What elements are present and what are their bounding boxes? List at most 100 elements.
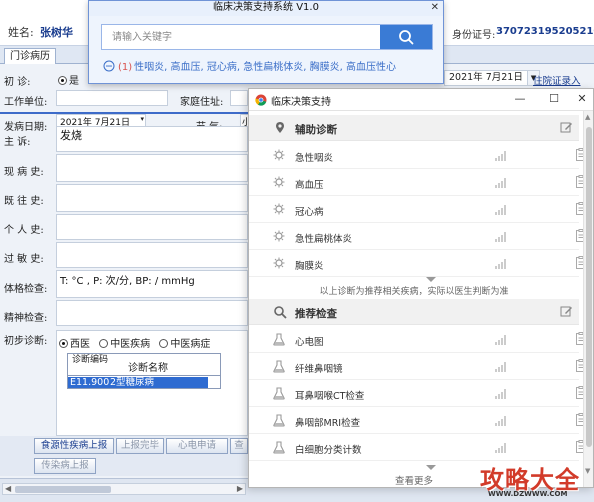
location-pin-icon bbox=[276, 122, 284, 133]
horizontal-scrollbar[interactable]: ◀ ▶ bbox=[2, 483, 246, 495]
residence-entry-link[interactable]: 住院证录入 bbox=[533, 73, 581, 87]
list-item[interactable]: 冠心病 bbox=[249, 196, 586, 223]
radio-tcm-syndrome[interactable]: 中医病症 bbox=[159, 339, 210, 350]
edit-icon[interactable] bbox=[560, 305, 573, 318]
query-button[interactable]: 查 bbox=[230, 438, 248, 454]
signal-strength-icon bbox=[495, 205, 506, 215]
signal-strength-icon bbox=[495, 335, 506, 345]
radio-western-label: 西医 bbox=[70, 339, 90, 350]
radio-tcm-syndrome-label: 中医病症 bbox=[170, 339, 211, 350]
recent-keywords: (1) 性咽炎, 高血压, 冠心病, 急性扁桃体炎, 胸膜炎, 高血压性心 bbox=[103, 60, 439, 76]
col-diagnosis-code: 诊断编码 bbox=[72, 355, 109, 365]
scroll-right-icon[interactable]: ▶ bbox=[237, 484, 243, 493]
list-item[interactable]: 鼻咽部MRI检查 bbox=[249, 407, 586, 434]
ecg-request-button[interactable]: 心电申请 bbox=[166, 438, 228, 454]
work-unit-field[interactable] bbox=[56, 90, 168, 106]
id-number-value: 370723195205210 bbox=[496, 26, 594, 37]
site-watermark: 攻略大全 WWW.DZWWW.COM bbox=[474, 458, 594, 502]
list-item[interactable]: 高血压 bbox=[249, 169, 586, 196]
report-done-button[interactable]: 上报完毕 bbox=[116, 438, 164, 454]
diagnosis-name-cell: 2型糖尿病 bbox=[110, 377, 155, 388]
search-input[interactable] bbox=[102, 25, 380, 49]
virus-icon bbox=[273, 203, 285, 215]
radio-checked-icon bbox=[59, 339, 68, 348]
diagnosis-code-cell: E11.900 bbox=[70, 377, 110, 388]
home-address-label: 家庭住址: bbox=[180, 97, 224, 108]
scrollbar-thumb[interactable] bbox=[586, 127, 592, 447]
first-visit-radio[interactable]: 是 bbox=[58, 72, 79, 87]
microscope-icon bbox=[274, 306, 287, 319]
mental-exam-field[interactable] bbox=[56, 300, 248, 326]
allergy-history-field[interactable] bbox=[56, 242, 248, 268]
recommended-exam-title: 推荐检查 bbox=[295, 308, 337, 320]
cds-browser-window: 临床决策支持 — ☐ ✕ 辅助诊断 急性咽炎 高血压 冠心病 急性扁桃体炎 胸膜炎 以上… bbox=[248, 88, 594, 488]
signal-strength-icon bbox=[495, 259, 506, 269]
flask-icon bbox=[273, 387, 285, 400]
keyword-list[interactable]: 性咽炎, 高血压, 冠心病, 急性扁桃体炎, 胸膜炎, 高血压性心 bbox=[134, 62, 396, 73]
list-item[interactable]: 心电图 bbox=[249, 326, 586, 353]
minimize-icon[interactable]: — bbox=[511, 91, 529, 107]
list-item[interactable]: 纤维鼻咽镜 bbox=[249, 353, 586, 380]
diagnosis-disclaimer: 以上诊断为推荐相关疾病，实际以医生判断为准 bbox=[319, 287, 509, 297]
initial-diagnosis-label: 初步诊断: bbox=[4, 336, 48, 347]
flask-icon bbox=[273, 333, 285, 346]
onset-date-label: 发病日期: bbox=[4, 122, 48, 133]
patient-name-label: 姓名: bbox=[8, 26, 34, 39]
id-number-label: 身份证号: bbox=[452, 30, 496, 41]
chief-complaint-field[interactable]: 发烧 bbox=[56, 126, 248, 152]
first-visit-label: 初 诊: bbox=[4, 77, 31, 88]
flask-icon bbox=[273, 441, 285, 454]
list-item[interactable]: 耳鼻咽喉CT检查 bbox=[249, 380, 586, 407]
list-item[interactable]: 急性扁桃体炎 bbox=[249, 223, 586, 250]
scrollbar-thumb[interactable] bbox=[15, 486, 111, 493]
allergy-history-label: 过 敏 史: bbox=[4, 254, 44, 265]
diagnosis-table-header: 诊断编码 诊断名称 bbox=[68, 354, 220, 376]
past-history-label: 既 往 史: bbox=[4, 196, 44, 207]
tab-clinic-record[interactable]: 门诊病历 bbox=[4, 48, 56, 64]
close-icon[interactable]: ✕ bbox=[431, 1, 439, 15]
personal-history-label: 个 人 史: bbox=[4, 225, 44, 236]
vertical-scrollbar[interactable]: ▲ ▼ bbox=[583, 111, 593, 487]
exam-item-label: 纤维鼻咽镜 bbox=[295, 364, 343, 375]
popup-titlebar: 临床决策支持系统 V1.0 ✕ bbox=[89, 1, 443, 16]
list-item[interactable]: 急性咽炎 bbox=[249, 142, 586, 169]
virus-icon bbox=[273, 230, 285, 242]
edit-icon[interactable] bbox=[560, 121, 573, 134]
virus-icon bbox=[273, 257, 285, 269]
diagnosis-item-label: 急性咽炎 bbox=[295, 153, 334, 164]
search-icon bbox=[399, 30, 414, 45]
foodborne-report-button[interactable]: 食源性疾病上报 bbox=[34, 438, 114, 454]
list-item[interactable]: 胸膜炎 bbox=[249, 250, 586, 277]
personal-history-field[interactable] bbox=[56, 214, 248, 240]
signal-strength-icon bbox=[495, 151, 506, 161]
flask-icon bbox=[273, 414, 285, 427]
signal-strength-icon bbox=[495, 389, 506, 399]
search-box bbox=[101, 24, 433, 50]
maximize-icon[interactable]: ☐ bbox=[545, 91, 563, 107]
list-item[interactable]: 白细胞分类计数 bbox=[249, 434, 586, 461]
infectious-report-button[interactable]: 传染病上报 bbox=[34, 458, 96, 474]
watermark-url: WWW.DZWWW.COM bbox=[488, 490, 568, 498]
close-icon[interactable]: ✕ bbox=[573, 91, 591, 107]
physical-exam-field[interactable]: T: °C , P: 次/分, BP: / mmHg bbox=[56, 270, 248, 298]
scroll-up-icon[interactable]: ▲ bbox=[585, 113, 590, 121]
diagnosis-panel: 西医 中医疾病 中医病症 诊断编码 诊断名称 E11.900 2型糖尿病 bbox=[56, 330, 248, 436]
exam-item-label: 白细胞分类计数 bbox=[295, 445, 362, 456]
present-history-field[interactable] bbox=[56, 154, 248, 182]
radio-western[interactable]: 西医 bbox=[59, 339, 90, 350]
chief-complaint-value: 发烧 bbox=[60, 129, 82, 142]
visit-date-picker[interactable]: 2021年 7月21日 ▼ bbox=[444, 70, 540, 86]
col-diagnosis-name: 诊断名称 bbox=[128, 363, 168, 374]
first-visit-option-label: 是 bbox=[69, 76, 79, 87]
radio-tcm-disease[interactable]: 中医疾病 bbox=[99, 339, 150, 350]
past-history-field[interactable] bbox=[56, 184, 248, 212]
home-address-field[interactable] bbox=[230, 90, 248, 106]
radio-unchecked-icon bbox=[99, 339, 109, 348]
table-row[interactable]: E11.900 2型糖尿病 bbox=[68, 377, 208, 388]
scroll-left-icon[interactable]: ◀ bbox=[5, 484, 11, 493]
diagnosis-item-label: 胸膜炎 bbox=[295, 261, 324, 272]
expand-arrow-icon[interactable] bbox=[426, 465, 436, 470]
search-button[interactable] bbox=[380, 25, 432, 49]
collapse-arrow-icon[interactable] bbox=[426, 277, 436, 282]
signal-strength-icon bbox=[495, 232, 506, 242]
